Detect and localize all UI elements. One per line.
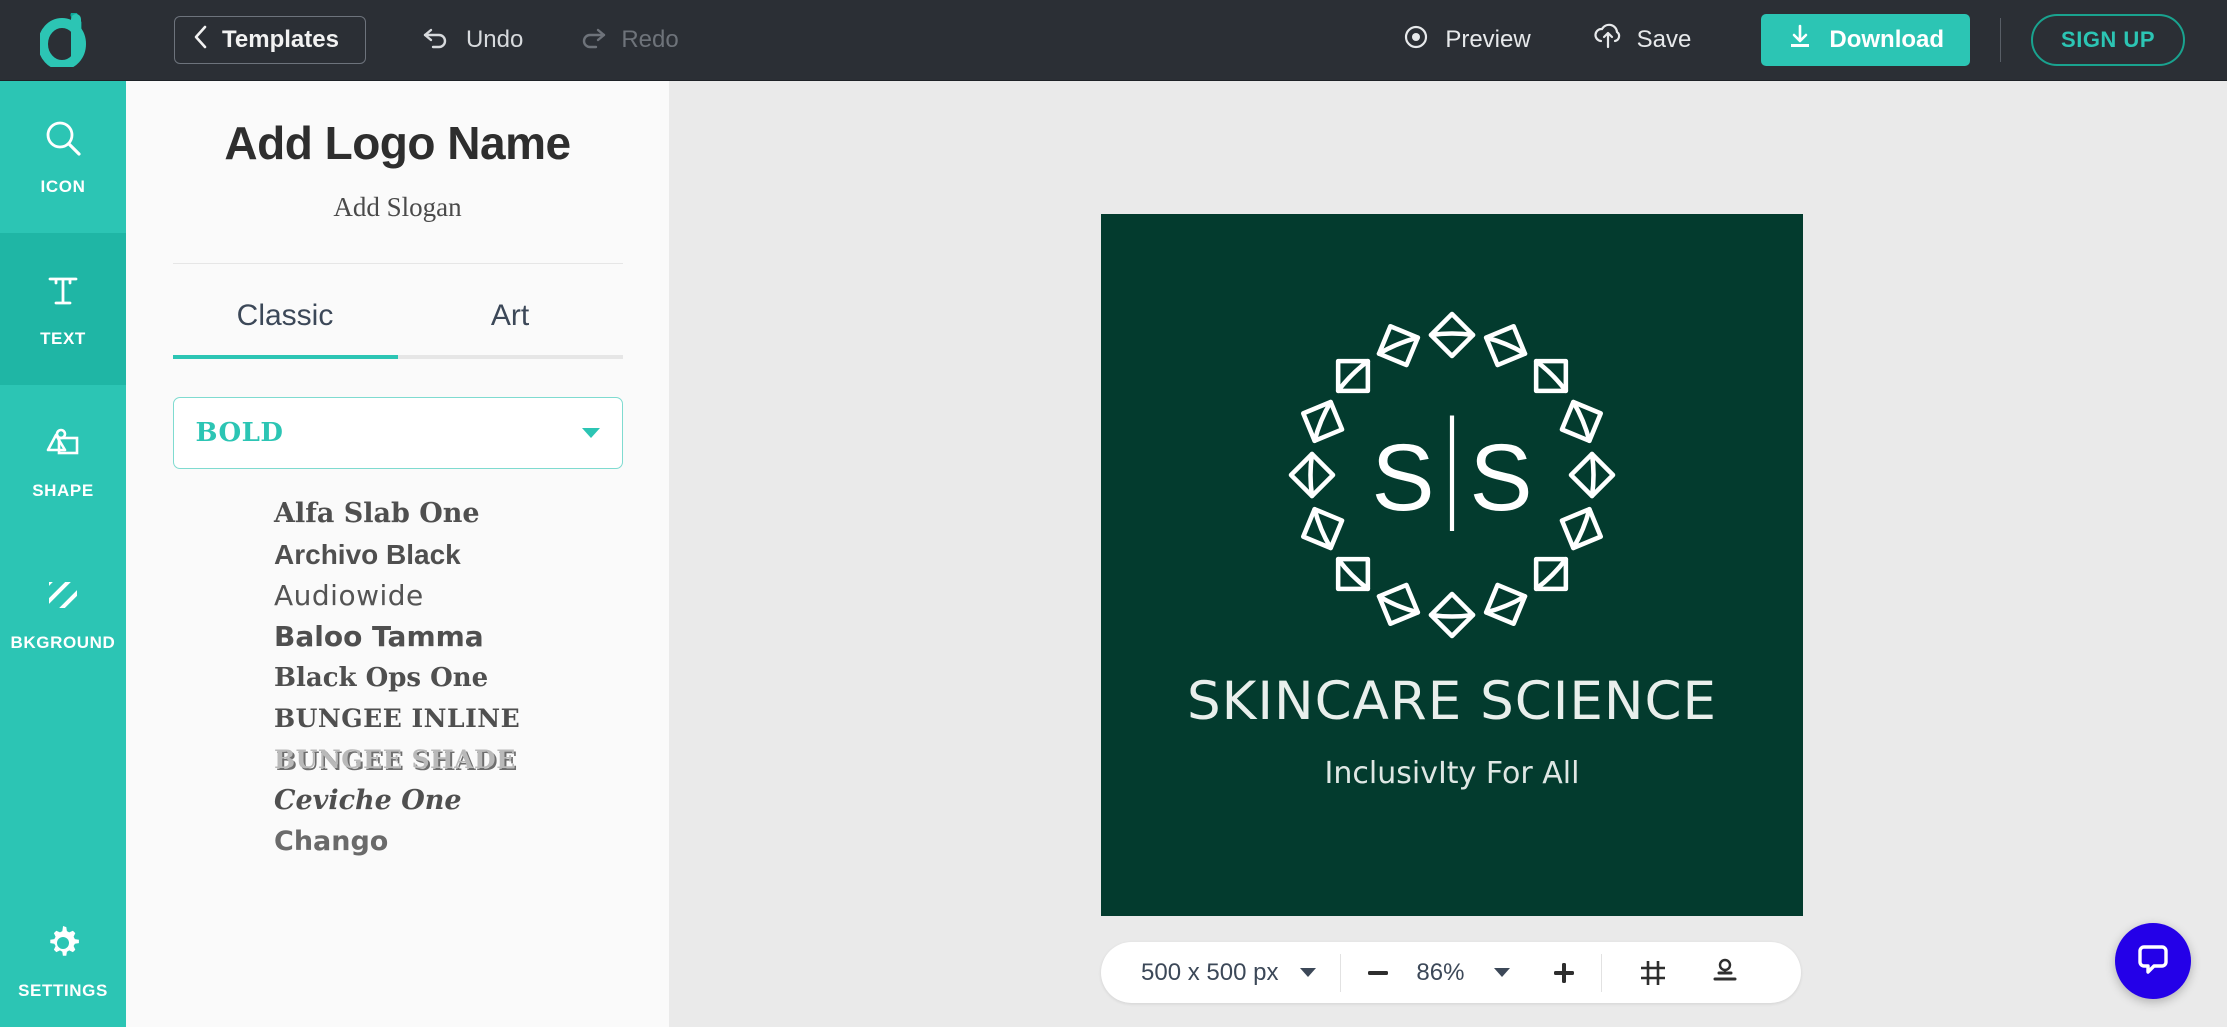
chat-bubble-icon (2132, 938, 2174, 985)
preview-label: Preview (1445, 26, 1530, 54)
canvas-size-value: 500 x 500 px (1141, 959, 1278, 987)
zoom-preset-dropdown[interactable] (1471, 948, 1533, 998)
canvas-size-select[interactable]: 500 x 500 px (1101, 959, 1340, 987)
download-icon (1787, 24, 1813, 57)
sidebar-item-icon[interactable]: ICON (0, 81, 126, 233)
download-label: Download (1829, 26, 1944, 54)
download-button[interactable]: Download (1761, 14, 1970, 66)
sidebar-item-settings[interactable]: SETTINGS (0, 922, 126, 1001)
search-icon (42, 118, 84, 165)
signup-label: SIGN UP (2061, 27, 2155, 53)
font-list-item[interactable]: Baloo Tamma (274, 616, 669, 657)
panel-divider (173, 263, 623, 264)
app-logo-icon[interactable] (0, 0, 126, 81)
font-list-item[interactable]: Archivo Black (274, 534, 669, 575)
preview-button[interactable]: Preview (1401, 24, 1530, 57)
save-label: Save (1637, 26, 1692, 54)
chevron-left-icon (193, 25, 208, 56)
font-list[interactable]: Alfa Slab OneArchivo BlackAudiowideBaloo… (126, 493, 669, 862)
sidebar-item-shape[interactable]: SHAPE (0, 385, 126, 537)
tab-active-indicator (173, 355, 398, 359)
header-divider (2000, 18, 2001, 62)
zoom-in-button[interactable] (1533, 948, 1595, 998)
logo-name-heading[interactable]: Add Logo Name (126, 116, 669, 170)
top-toolbar: Templates Undo Redo Preview Save Downloa… (0, 0, 2227, 81)
sidebar-item-icon-label: ICON (41, 177, 86, 197)
eye-icon (1401, 24, 1431, 57)
undo-arrow-icon (422, 24, 452, 57)
canvas-bottom-toolbar: 500 x 500 px 86% (1101, 942, 1801, 1003)
font-list-item[interactable]: Alfa Slab One (274, 493, 669, 534)
redo-arrow-icon (577, 24, 607, 57)
watermark-stamp-icon[interactable] (1702, 950, 1748, 996)
zoom-out-button[interactable] (1347, 948, 1409, 998)
font-list-item[interactable]: Audiowide (274, 575, 669, 616)
templates-label: Templates (222, 26, 339, 54)
zoom-control: 86% (1341, 948, 1601, 998)
tab-art[interactable]: Art (398, 299, 623, 355)
chevron-down-icon (582, 428, 600, 438)
braided-wreath-circle-icon[interactable]: S S (1277, 300, 1627, 655)
font-category-tabs: Classic Art (173, 299, 623, 355)
sidebar-item-settings-label: SETTINGS (18, 981, 108, 1001)
chat-widget-button[interactable] (2115, 923, 2191, 999)
save-button[interactable]: Save (1593, 23, 1692, 58)
undo-label: Undo (466, 26, 523, 54)
font-style-select[interactable]: BOLD (173, 397, 623, 469)
font-list-item[interactable]: Chango (274, 821, 669, 862)
chevron-down-icon (1494, 968, 1510, 977)
font-list-item[interactable]: Black Ops One (274, 657, 669, 698)
left-tool-rail: ICON TEXT SHAPE BKGROUND SETTINGS (0, 81, 126, 1027)
sidebar-item-text-label: TEXT (40, 329, 86, 349)
monogram-right: S (1469, 425, 1532, 531)
monogram-left: S (1371, 425, 1434, 531)
font-list-item[interactable]: BUNGEE SHADE (274, 739, 669, 780)
canvas-workspace: S S SKINCARE SCIENCE InclusivIty For All… (669, 81, 2227, 1027)
sidebar-item-shape-label: SHAPE (32, 481, 94, 501)
font-style-select-value: BOLD (196, 418, 284, 448)
zoom-value: 86% (1409, 959, 1471, 987)
diagonal-stripes-icon (42, 574, 84, 621)
font-list-item[interactable]: BUNGEE INLINE (274, 698, 669, 739)
logo-slogan-text[interactable]: Add Slogan (126, 192, 669, 223)
cloud-upload-icon (1593, 23, 1623, 58)
toolbar-icon-group (1602, 950, 1748, 996)
sidebar-item-text[interactable]: TEXT (0, 233, 126, 385)
tab-underline (173, 355, 623, 359)
logo-canvas[interactable]: S S SKINCARE SCIENCE InclusivIty For All (1101, 214, 1803, 916)
redo-label: Redo (621, 26, 678, 54)
logo-title-text[interactable]: SKINCARE SCIENCE (1187, 671, 1717, 732)
grid-icon[interactable] (1630, 950, 1676, 996)
gear-icon (42, 922, 84, 969)
sidebar-item-bkground-label: BKGROUND (11, 633, 116, 653)
tab-classic[interactable]: Classic (173, 299, 398, 355)
font-list-item[interactable]: Ceviche One (274, 780, 669, 821)
shape-image-icon (42, 422, 84, 469)
signup-button[interactable]: SIGN UP (2031, 14, 2185, 66)
undo-button[interactable]: Undo (422, 24, 523, 57)
chevron-down-icon (1300, 968, 1316, 977)
text-t-icon (42, 270, 84, 317)
text-settings-panel: Add Logo Name Add Slogan Classic Art BOL… (126, 81, 669, 1027)
redo-button[interactable]: Redo (577, 24, 678, 57)
logo-tagline-text[interactable]: InclusivIty For All (1325, 756, 1580, 791)
sidebar-item-bkground[interactable]: BKGROUND (0, 537, 126, 689)
templates-button[interactable]: Templates (174, 16, 366, 64)
